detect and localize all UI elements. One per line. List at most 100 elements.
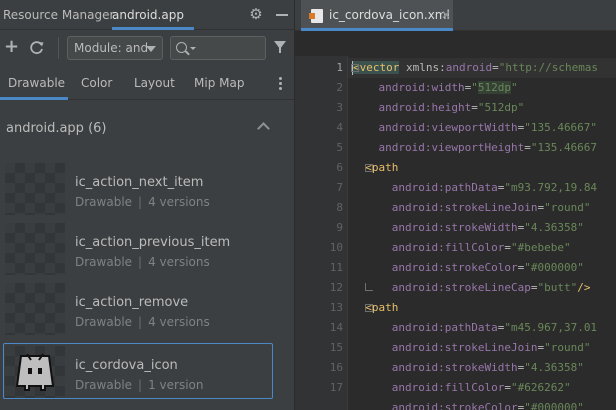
code-line: android:strokeWidth="4.36358" [391,221,584,234]
resource-item[interactable]: ic_action_next_item Drawable | 4 versions [0,160,294,218]
active-tab-indicator [0,97,68,100]
resource-name: ic_action_remove [75,295,189,310]
search-field[interactable] [170,36,266,60]
filter-icon[interactable] [274,41,286,53]
xml-attribute-name: :width [424,81,465,94]
xml-attribute: android [378,121,425,134]
code-line: android:height="512dp" [378,101,525,114]
fold-marker-icon[interactable] [365,164,373,172]
tab-mip-map[interactable]: Mip Map [194,76,244,90]
line-number: 5 [336,141,343,154]
xml-tag: <vector [353,61,400,74]
search-icon [176,42,187,53]
code-line: android:fillColor="#bebebe" [391,241,571,254]
line-number: 8 [336,201,343,214]
resource-thumbnail [5,223,65,275]
xml-attribute: android [391,281,439,294]
tab-drawable[interactable]: Drawable [8,76,65,90]
xml-value: "512dp" [471,81,518,94]
code-line: <vector xmlns:android="http://schemas [352,61,599,75]
resource-group-header[interactable]: android.app (6) [0,101,294,157]
group-title: android.app (6) [6,121,107,136]
xml-value: "#626262" [510,381,571,394]
editor-panel: ic_cordova_icon.xml ✕ 1 2 3 4 5 6 7 8 9 10 11 12 13 1… [295,0,616,410]
resource-item-selected[interactable]: ic_cordova_icon Drawable | 1 version [0,343,294,401]
xml-attribute-name: :strokeLineJoin [438,341,538,354]
code-line: <path [352,158,398,178]
search-options-icon[interactable] [190,47,196,50]
gear-icon[interactable]: ⚙ [248,6,264,22]
xml-attribute: android [391,341,439,354]
line-number: 7 [336,181,343,194]
xml-attribute: android [391,241,439,254]
xml-attribute-name: :strokeLineJoin [438,201,538,214]
refresh-icon[interactable] [29,40,45,56]
line-number: 15 [329,341,343,354]
cordova-robot-icon [15,353,55,391]
tab-layout[interactable]: Layout [134,76,175,90]
xml-attribute: android [378,101,425,114]
xml-value: "4.36358" [524,361,584,374]
line-number: 2 [336,81,343,94]
code-line: android:strokeWidth="4.36358" [391,361,584,374]
code-line: android:width="512dp" [378,81,518,94]
code-line: <path [352,298,398,318]
xml-value: "135.46667 [530,141,598,154]
more-options-icon[interactable] [279,77,282,90]
line-number: 13 [329,301,343,314]
module-dropdown[interactable]: Module: and [67,36,163,60]
module-tab-underline [112,27,194,30]
fold-marker-icon[interactable] [365,304,373,312]
xml-attribute-name: :strokeColor [438,261,518,274]
resource-type: Drawable [75,195,133,209]
plus-icon[interactable]: + [4,38,19,56]
xml-value: "http://schemas [498,61,599,74]
file-tab[interactable]: ic_cordova_icon.xml ✕ [301,0,453,31]
resource-versions: 4 versions [148,195,210,209]
resource-type: Drawable [75,378,133,392]
tab-color[interactable]: Color [81,76,112,90]
resource-item[interactable]: ic_action_remove Drawable | 4 versions [0,280,294,338]
resource-name: ic_cordova_icon [75,358,178,373]
line-number: 4 [336,121,343,134]
code-editor[interactable]: <vector xmlns:android="http://schemas an… [348,56,616,410]
xml-value: "m45.967,37.01 [504,321,598,334]
xml-attribute: android [391,321,439,334]
minimize-icon[interactable] [276,14,288,16]
resource-thumbnail [5,346,65,398]
xml-value: "round" [544,201,591,214]
module-tab[interactable]: android.app [112,8,184,22]
xml-attribute-name: :strokeLineCap [438,281,531,294]
line-number: 9 [336,221,343,234]
code-line: android:pathData="m45.967,37.01 [391,321,598,334]
close-icon[interactable]: ✕ [441,8,451,22]
fold-end-icon[interactable] [365,283,373,291]
resource-versions: 4 versions [148,255,210,269]
line-number: 17 [329,381,343,394]
code-line: android:fillColor="#626262" [391,381,571,394]
resource-meta: Drawable | 4 versions [75,255,210,269]
xml-attribute: android [391,361,439,374]
module-dropdown-label: Module: and [74,41,149,55]
chevron-up-icon[interactable] [257,122,270,135]
search-input[interactable] [197,39,261,57]
resource-toolbar: + Module: and [0,31,294,66]
xml-value: "round" [544,341,591,354]
editor-tab-bar: ic_cordova_icon.xml ✕ [295,0,616,31]
xml-value: "#000000" [524,261,584,274]
line-number: 14 [329,321,343,334]
resource-item[interactable]: ic_action_previous_item Drawable | 4 versi… [0,220,294,278]
xml-attribute-name: :height [424,101,472,114]
toolbar-separator [58,37,59,59]
xml-attribute-name: :strokeWidth [438,361,518,374]
xml-attribute: android [391,181,439,194]
fold-marker-icon[interactable] [351,64,359,72]
line-number: 1 [336,61,343,74]
xml-value: "butt" [537,281,578,294]
line-number: 16 [329,361,343,374]
chevron-down-icon [146,46,156,52]
xml-attribute-name: :viewportHeight [424,141,525,154]
xml-attribute-name: :strokeColor [438,401,518,410]
resource-meta: Drawable | 4 versions [75,315,210,329]
xml-attribute: android [378,81,425,94]
